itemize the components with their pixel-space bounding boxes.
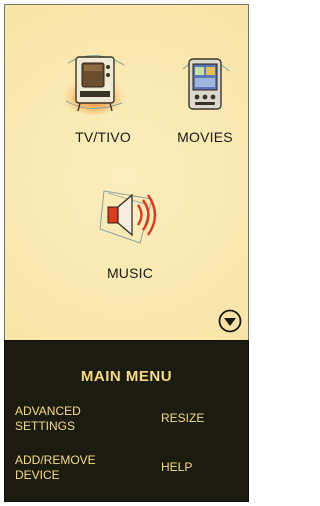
advanced-settings-label-line1: ADVANCED (15, 404, 81, 418)
tile-tv-tivo[interactable]: TV/TIVO (47, 53, 143, 145)
add-remove-device-label-line2: DEVICE (15, 468, 60, 482)
tile-music[interactable]: MUSIC (97, 185, 163, 281)
tile-movies-label: MOVIES (177, 129, 233, 145)
tile-music-label: MUSIC (106, 265, 154, 281)
tile-tv-label: TV/TIVO (75, 129, 131, 145)
add-remove-device-button[interactable]: ADD/REMOVE DEVICE (15, 453, 135, 483)
main-menu-panel: MAIN MENU ADVANCED SETTINGS RESIZE ADD/R… (4, 340, 249, 502)
advanced-settings-button[interactable]: ADVANCED SETTINGS (15, 404, 125, 434)
help-label: HELP (161, 460, 193, 474)
help-button[interactable]: HELP (161, 460, 192, 475)
menu-title: MAIN MENU (80, 368, 173, 385)
advanced-settings-label-line2: SETTINGS (15, 419, 76, 433)
resize-button[interactable]: RESIZE (161, 411, 204, 426)
tile-movies[interactable]: MOVIES (170, 53, 240, 145)
chevron-down-circle-icon (218, 309, 242, 333)
pda-movies-icon (179, 53, 231, 115)
speaker-icon (98, 185, 162, 247)
resize-label: RESIZE (161, 411, 205, 425)
television-icon (60, 53, 130, 115)
scroll-down-button[interactable] (218, 309, 242, 333)
add-remove-device-label-line1: ADD/REMOVE (15, 453, 96, 467)
